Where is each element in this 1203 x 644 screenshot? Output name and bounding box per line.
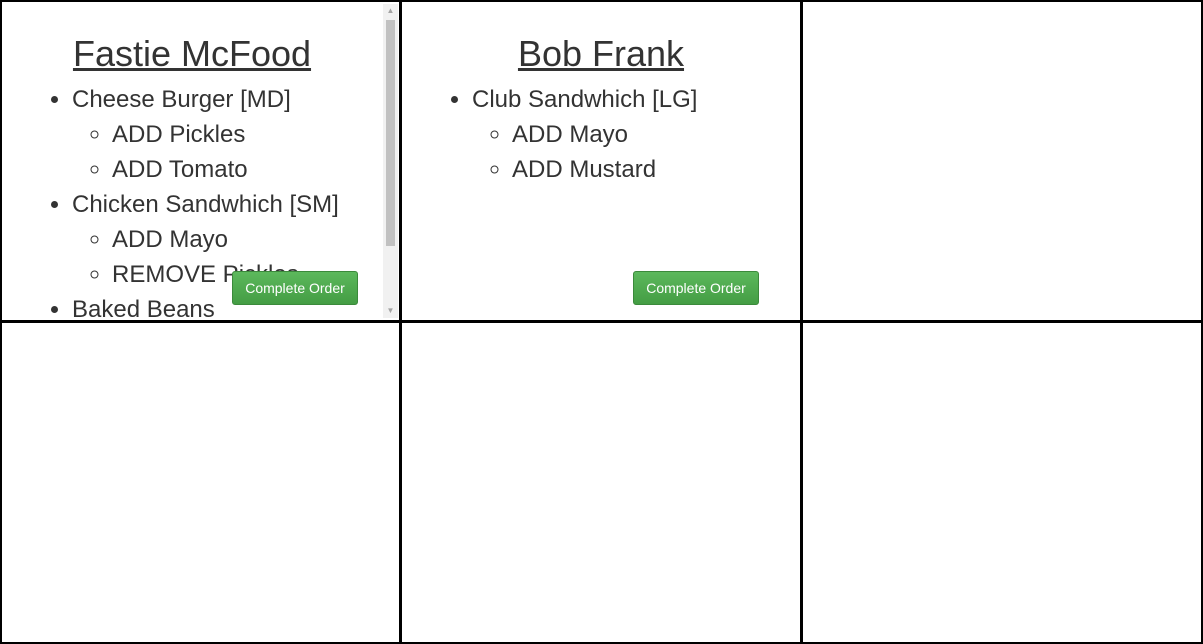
triangle-down-icon[interactable]: ▼: [383, 304, 398, 318]
order-item-name: Baked Beans: [72, 296, 215, 320]
modifier-list: ADD Mayo ADD Mustard: [472, 117, 800, 187]
modifier-list: ADD Pickles ADD Tomato: [72, 117, 382, 187]
order-item: Cheese Burger [MD] ADD Pickles ADD Tomat…: [72, 82, 382, 187]
order-card-empty-4: [2, 323, 400, 642]
vertical-scrollbar[interactable]: ▲ ▼: [383, 4, 398, 318]
modifier-item: ADD Tomato: [112, 152, 382, 187]
complete-order-button[interactable]: Complete Order: [232, 271, 358, 305]
customer-name: Bob Frank: [517, 33, 685, 74]
order-card-empty-3: [803, 2, 1201, 320]
order-card-empty-5: [402, 323, 800, 642]
order-item-name: Club Sandwhich [LG]: [472, 86, 698, 113]
triangle-up-icon[interactable]: ▲: [383, 4, 398, 18]
order-item: Club Sandwhich [LG] ADD Mayo ADD Mustard: [472, 82, 800, 187]
customer-name: Fastie McFood: [72, 33, 312, 74]
modifier-item: ADD Mayo: [112, 222, 382, 257]
order-item-list: Club Sandwhich [LG] ADD Mayo ADD Mustard: [402, 82, 800, 187]
order-item-name: Chicken Sandwhich [SM]: [72, 191, 339, 218]
scrollbar-thumb[interactable]: [386, 20, 395, 246]
modifier-item: ADD Pickles: [112, 117, 382, 152]
modifier-item: ADD Mayo: [512, 117, 800, 152]
order-card-1: Fastie McFood Cheese Burger [MD] ADD Pic…: [2, 2, 400, 320]
order-card-empty-6: [803, 323, 1201, 642]
grid-divider-horizontal: [2, 320, 1201, 323]
complete-order-button[interactable]: Complete Order: [633, 271, 759, 305]
order-item-name: Cheese Burger [MD]: [72, 86, 291, 113]
order-card-2: Bob Frank Club Sandwhich [LG] ADD Mayo A…: [402, 2, 800, 320]
order-grid: Fastie McFood Cheese Burger [MD] ADD Pic…: [0, 0, 1203, 644]
modifier-item: ADD Mustard: [512, 152, 800, 187]
